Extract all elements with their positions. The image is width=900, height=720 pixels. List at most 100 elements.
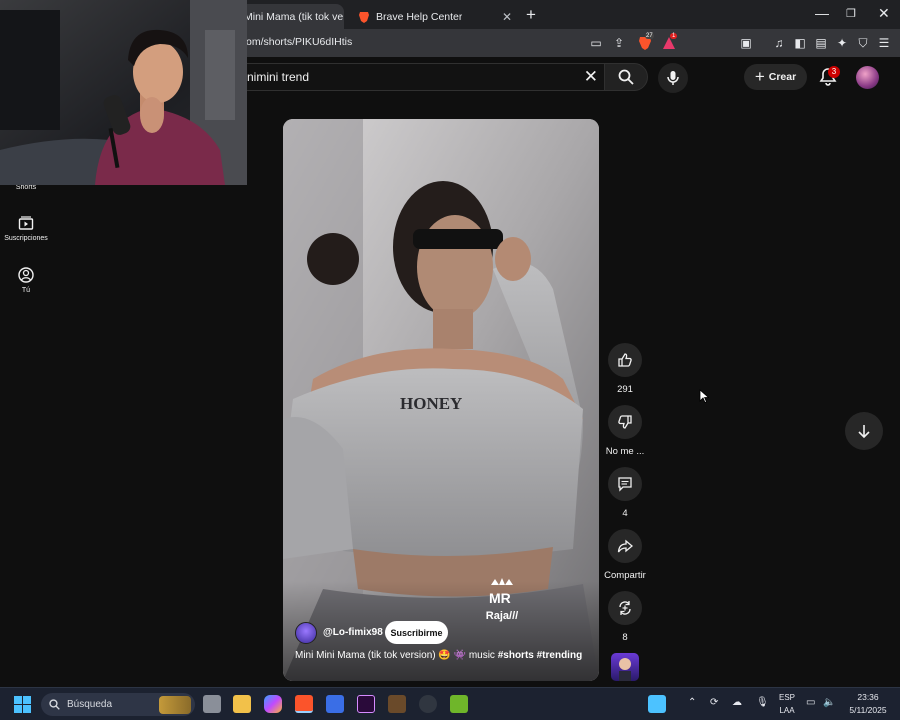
screen: Mini Mama (tik tok ve Brave Help Center … xyxy=(0,0,900,720)
comments-action: 4 xyxy=(600,467,650,519)
copilot-icon[interactable] xyxy=(264,695,282,713)
tab-brave-help-center[interactable]: Brave Help Center ✕ xyxy=(348,4,520,29)
close-tab-icon[interactable]: ✕ xyxy=(502,10,512,24)
sync-icon[interactable]: ⟳ xyxy=(710,697,718,708)
wallet-icon[interactable]: ▤ xyxy=(813,35,829,51)
plus-icon: + xyxy=(754,67,765,86)
mouse-cursor-icon xyxy=(699,389,709,403)
share-button[interactable] xyxy=(608,529,642,563)
sidebar: Shorts Suscripciones Tú xyxy=(0,97,52,687)
dislike-action: No me ... xyxy=(600,405,650,457)
like-action: 291 xyxy=(600,343,650,395)
task-view-icon[interactable] xyxy=(203,695,221,713)
share-action: Compartir xyxy=(600,529,650,581)
video-caption[interactable]: Mini Mini Mama (tik tok version) 🤩 👾 mus… xyxy=(295,650,582,661)
share-arrow-icon xyxy=(617,539,633,553)
media-music-icon[interactable]: ♫ xyxy=(771,35,787,51)
microphone-icon xyxy=(667,71,679,85)
leo-ai-icon[interactable]: ✦ xyxy=(834,35,850,51)
shields-count-badge: 27 xyxy=(645,33,654,39)
input-language-indicator[interactable]: ESP LAA xyxy=(776,691,798,717)
clock-time: 23:36 xyxy=(857,692,879,702)
vpn-icon[interactable]: ⛉ xyxy=(855,35,871,51)
reader-mode-icon[interactable]: ▣ xyxy=(738,35,754,51)
search-button[interactable] xyxy=(604,63,648,91)
microphone-tray-icon[interactable]: 🎙 xyxy=(756,697,769,708)
restore-window-button[interactable]: ❐ xyxy=(846,7,856,20)
obs-icon[interactable] xyxy=(419,695,437,713)
thumbs-down-icon xyxy=(618,415,632,429)
next-video-button[interactable] xyxy=(845,412,883,450)
windows-start-icon[interactable] xyxy=(14,696,31,713)
keyboard-layout: LAA xyxy=(779,706,795,715)
account-avatar[interactable] xyxy=(856,66,879,89)
create-label: Crear xyxy=(768,71,797,83)
watermark-text: Raja/// xyxy=(485,610,519,622)
comments-button[interactable] xyxy=(608,467,642,501)
tab-label: Brave Help Center xyxy=(376,10,463,23)
video-app-icon[interactable] xyxy=(388,695,406,713)
clear-search-icon[interactable]: ✕ xyxy=(584,67,598,87)
recorder-app-icon[interactable] xyxy=(450,695,468,713)
taskbar-search-placeholder: Búsqueda xyxy=(67,699,113,710)
sidebar-item-you[interactable]: Tú xyxy=(0,267,52,294)
sound-thumbnail[interactable] xyxy=(611,653,639,681)
remix-icon xyxy=(619,601,631,615)
caption-text: Mini Mini Mama (tik tok version) 🤩 👾 mus… xyxy=(295,650,498,661)
search-icon xyxy=(49,699,60,710)
widgets-icon[interactable] xyxy=(648,695,666,713)
minimize-window-button[interactable]: — xyxy=(815,5,829,21)
shorts-video-player[interactable]: HONEY MR Raja/// @Lo-fimix98 Suscribirme… xyxy=(283,119,599,681)
sidebar-item-label: Tú xyxy=(21,287,31,294)
you-icon xyxy=(18,267,34,283)
sidebar-item-label: Shorts xyxy=(15,184,37,191)
dislike-button[interactable] xyxy=(608,405,642,439)
comment-icon xyxy=(618,477,632,492)
new-tab-button[interactable]: + xyxy=(526,5,536,25)
file-explorer-icon[interactable] xyxy=(233,695,251,713)
voice-search-button[interactable] xyxy=(658,63,688,93)
watermark-logo: MR Raja/// xyxy=(477,577,527,625)
hashtag-link[interactable]: #trending xyxy=(537,650,583,661)
remix-action: 8 xyxy=(600,591,650,643)
system-clock[interactable]: 23:36 5/11/2025 xyxy=(846,691,890,717)
brave-lion-icon xyxy=(359,11,369,23)
svg-text:MR: MR xyxy=(489,590,511,606)
hashtag-link[interactable]: #shorts xyxy=(498,650,534,661)
brave-browser-icon[interactable] xyxy=(295,695,313,713)
sidebar-item-label: Suscripciones xyxy=(4,235,48,242)
create-button[interactable]: + Crear xyxy=(744,64,807,90)
language-code: ESP xyxy=(778,693,795,702)
webcam-feed-image xyxy=(0,0,247,185)
microsoft-store-icon[interactable] xyxy=(326,695,344,713)
sidebar-item-shorts[interactable]: Shorts xyxy=(0,184,52,191)
channel-name[interactable]: @Lo-fimix98 xyxy=(323,627,383,638)
share-page-icon[interactable]: ⇪ xyxy=(611,35,627,51)
remix-count: 8 xyxy=(622,632,628,643)
subscribe-button[interactable]: Suscribirme xyxy=(385,621,448,644)
tab-mini-mama[interactable]: Mini Mama (tik tok ve xyxy=(232,4,344,29)
search-query: nimini trend xyxy=(247,70,310,84)
search-highlight-image xyxy=(159,695,191,714)
volume-icon[interactable]: 🔈 xyxy=(823,697,835,708)
cast-icon[interactable]: ▭ xyxy=(588,35,604,51)
search-icon xyxy=(618,69,634,85)
sidebar-toggle-icon[interactable]: ◧ xyxy=(792,35,808,51)
sidebar-item-subscriptions[interactable]: Suscripciones xyxy=(0,215,52,242)
taskbar-search-field[interactable]: Búsqueda xyxy=(41,693,195,716)
menu-icon[interactable]: ☰ xyxy=(876,35,892,51)
subscriptions-icon xyxy=(18,216,34,230)
like-button[interactable] xyxy=(608,343,642,377)
arrow-down-icon xyxy=(858,425,870,439)
close-window-button[interactable]: ✕ xyxy=(878,5,890,22)
channel-avatar[interactable] xyxy=(295,622,317,644)
premiere-pro-icon[interactable] xyxy=(357,695,375,713)
search-input[interactable]: nimini trend ✕ xyxy=(236,63,604,91)
like-count: 291 xyxy=(617,384,633,395)
url-field[interactable]: om/shorts/PIKU6dIHtis xyxy=(246,36,352,48)
remix-button[interactable] xyxy=(608,591,642,625)
show-hidden-icons-button[interactable]: ⌃ xyxy=(688,697,696,708)
shirt-print-text: HONEY xyxy=(400,394,462,413)
network-icon[interactable]: ▭ xyxy=(806,697,815,708)
cloud-offline-icon[interactable]: ☁ xyxy=(732,697,742,708)
